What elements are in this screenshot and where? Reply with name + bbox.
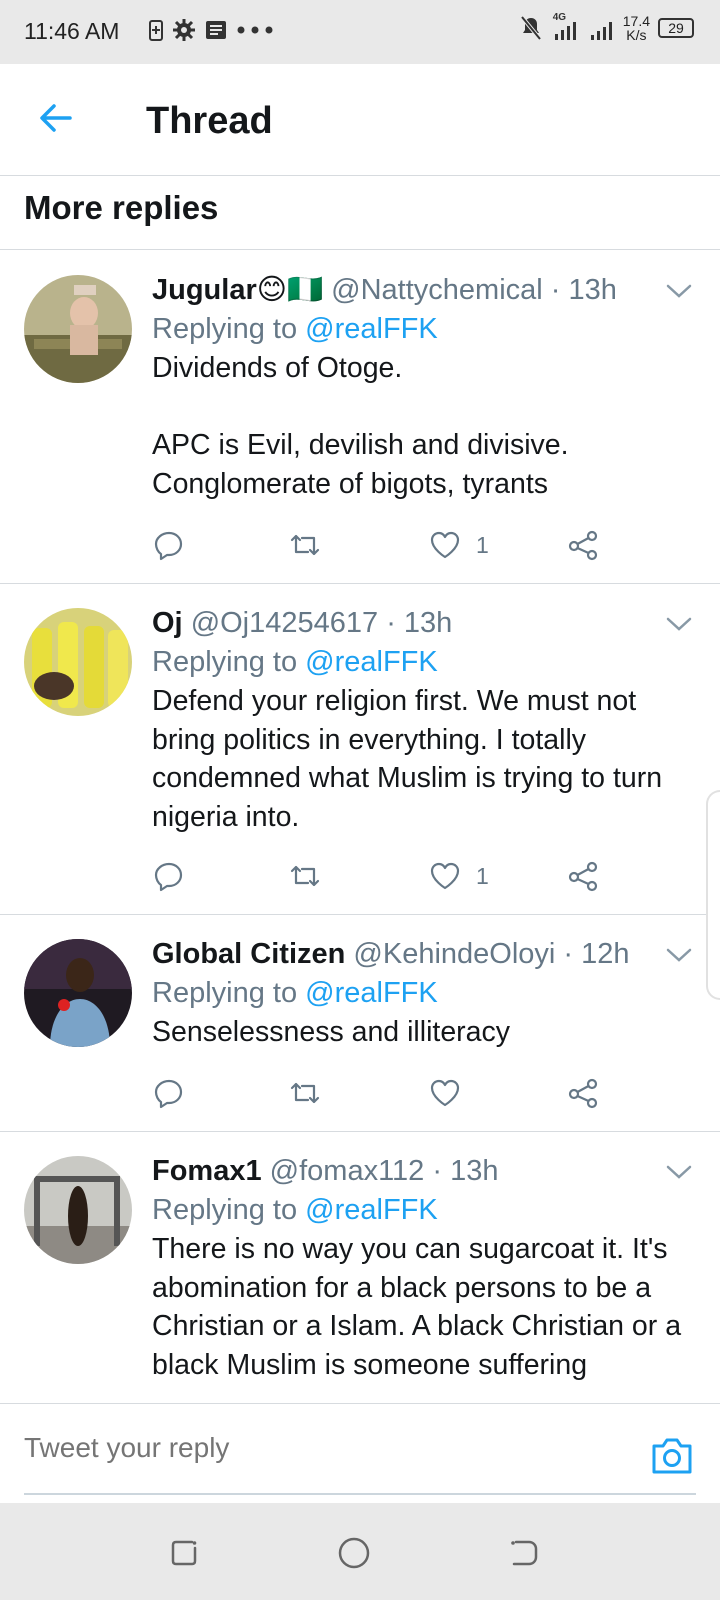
reply-button[interactable] bbox=[152, 525, 186, 565]
battery-level: 29 bbox=[658, 18, 694, 38]
status-bar: 11:46 AM 4G 17.4 K/s 29 bbox=[0, 0, 720, 64]
reply-list[interactable]: Jugular😊🇳🇬 @Nattychemical · 13h Replying… bbox=[0, 251, 720, 1403]
author-handle-time[interactable]: @Oj14254617 · 13h bbox=[191, 607, 453, 639]
avatar[interactable] bbox=[24, 608, 132, 716]
section-header: More replies bbox=[0, 177, 720, 250]
heart-icon bbox=[430, 531, 460, 559]
signal-4g-icon: 4G bbox=[551, 12, 581, 42]
share-button[interactable] bbox=[566, 1073, 600, 1113]
retweet-button[interactable] bbox=[288, 856, 322, 896]
system-icons: 4G 17.4 K/s 29 bbox=[519, 12, 694, 43]
like-count: 1 bbox=[476, 862, 489, 889]
mention-link[interactable]: @realFFK bbox=[305, 313, 438, 345]
retweet-icon bbox=[290, 1082, 320, 1104]
tweet-header: Jugular😊🇳🇬 @Nattychemical · 13h bbox=[152, 271, 700, 309]
author-name[interactable]: Oj bbox=[152, 607, 183, 639]
tweet-content: Oj @Oj14254617 · 13h Replying to @realFF… bbox=[152, 604, 700, 836]
home-circle-icon bbox=[338, 1537, 370, 1569]
share-button[interactable] bbox=[566, 856, 600, 896]
tweet-text: Senselessness and illiteracy bbox=[152, 1016, 511, 1048]
side-panel-handle[interactable] bbox=[706, 790, 720, 1000]
reply-composer bbox=[0, 1403, 720, 1503]
settings-icon bbox=[173, 19, 195, 41]
avatar[interactable] bbox=[24, 275, 132, 383]
like-button[interactable] bbox=[428, 1073, 476, 1113]
author-handle-time[interactable]: @KehindeOloyi · 12h bbox=[353, 938, 629, 970]
tweet-actions bbox=[152, 1073, 622, 1113]
back-button[interactable] bbox=[34, 96, 78, 140]
tweet-header: Oj @Oj14254617 · 13h bbox=[152, 604, 700, 642]
author-handle-time[interactable]: @fomax112 · 13h bbox=[270, 1155, 499, 1187]
recent-apps-button[interactable] bbox=[166, 1535, 202, 1571]
replying-to: Replying to @realFFK bbox=[152, 1194, 438, 1226]
retweet-button[interactable] bbox=[288, 525, 322, 565]
reply-icon bbox=[154, 531, 183, 561]
tweet-actions: 1 bbox=[152, 525, 622, 565]
replying-to: Replying to @realFFK bbox=[152, 313, 438, 345]
camera-icon bbox=[652, 1438, 692, 1474]
tweet-header: Global Citizen @KehindeOloyi · 12h bbox=[152, 935, 700, 973]
input-underline bbox=[24, 1493, 696, 1495]
tweet-item[interactable]: Global Citizen @KehindeOloyi · 12h Reply… bbox=[0, 915, 720, 1132]
back-nav-icon bbox=[511, 1540, 538, 1566]
avatar[interactable] bbox=[24, 939, 132, 1047]
page-title: Thread bbox=[146, 100, 273, 142]
like-count: 1 bbox=[476, 531, 489, 558]
reply-button[interactable] bbox=[152, 856, 186, 896]
mention-link[interactable]: @realFFK bbox=[305, 977, 438, 1009]
author-name[interactable]: Global Citizen bbox=[152, 938, 345, 970]
tweet-header: Fomax1 @fomax112 · 13h bbox=[152, 1152, 700, 1190]
tweet-item[interactable]: Fomax1 @fomax112 · 13h Replying to @real… bbox=[0, 1132, 720, 1403]
system-nav-bar bbox=[0, 1503, 720, 1600]
tweet-text: Defend your religion first. We must not … bbox=[152, 685, 663, 833]
recents-icon bbox=[171, 1540, 197, 1566]
like-button[interactable]: 1 bbox=[428, 856, 489, 896]
tweet-content: Jugular😊🇳🇬 @Nattychemical · 13h Replying… bbox=[152, 271, 700, 503]
signal-icon bbox=[590, 22, 612, 40]
reply-icon bbox=[154, 862, 183, 892]
battery-saver-icon bbox=[149, 20, 163, 41]
avatar[interactable] bbox=[24, 1156, 132, 1264]
mute-bell-icon bbox=[520, 15, 542, 41]
retweet-icon bbox=[290, 865, 320, 887]
retweet-button[interactable] bbox=[288, 1073, 322, 1113]
tweet-text: Dividends of Otoge. APC is Evil, devilis… bbox=[152, 352, 569, 500]
status-time: 11:46 AM bbox=[24, 18, 120, 44]
news-icon bbox=[206, 21, 226, 39]
share-icon bbox=[568, 861, 598, 892]
author-name[interactable]: Fomax1 bbox=[152, 1155, 262, 1187]
replying-to: Replying to @realFFK bbox=[152, 646, 438, 678]
reply-input[interactable] bbox=[24, 1432, 624, 1464]
reply-icon bbox=[154, 1079, 183, 1109]
retweet-icon bbox=[290, 534, 320, 556]
tweet-content: Global Citizen @KehindeOloyi · 12h Reply… bbox=[152, 935, 700, 1052]
like-button[interactable]: 1 bbox=[428, 525, 489, 565]
mention-link[interactable]: @realFFK bbox=[305, 646, 438, 678]
heart-icon bbox=[430, 862, 460, 890]
tweet-item[interactable]: Jugular😊🇳🇬 @Nattychemical · 13h Replying… bbox=[0, 251, 720, 584]
back-arrow-icon bbox=[40, 104, 72, 132]
tweet-text: There is no way you can sugarcoat it. It… bbox=[152, 1233, 682, 1381]
mention-link[interactable]: @realFFK bbox=[305, 1194, 438, 1226]
top-app-bar: Thread bbox=[0, 64, 720, 176]
notification-icons bbox=[148, 18, 274, 42]
camera-button[interactable] bbox=[650, 1436, 694, 1476]
share-button[interactable] bbox=[566, 525, 600, 565]
share-icon bbox=[568, 1078, 598, 1109]
tweet-actions: 1 bbox=[152, 856, 622, 896]
reply-button[interactable] bbox=[152, 1073, 186, 1113]
author-handle-time[interactable]: @Nattychemical · 13h bbox=[331, 274, 617, 306]
back-nav-button[interactable] bbox=[506, 1535, 542, 1571]
section-title: More replies bbox=[24, 189, 219, 226]
replying-to: Replying to @realFFK bbox=[152, 977, 438, 1009]
home-button[interactable] bbox=[336, 1535, 372, 1571]
network-speed: 17.4 K/s bbox=[622, 13, 650, 43]
heart-icon bbox=[430, 1079, 460, 1107]
more-dots-icon bbox=[237, 26, 273, 34]
tweet-item[interactable]: Oj @Oj14254617 · 13h Replying to @realFF… bbox=[0, 584, 720, 915]
author-name[interactable]: Jugular😊🇳🇬 bbox=[152, 274, 323, 306]
tweet-content: Fomax1 @fomax112 · 13h Replying to @real… bbox=[152, 1152, 700, 1384]
share-icon bbox=[568, 530, 598, 561]
